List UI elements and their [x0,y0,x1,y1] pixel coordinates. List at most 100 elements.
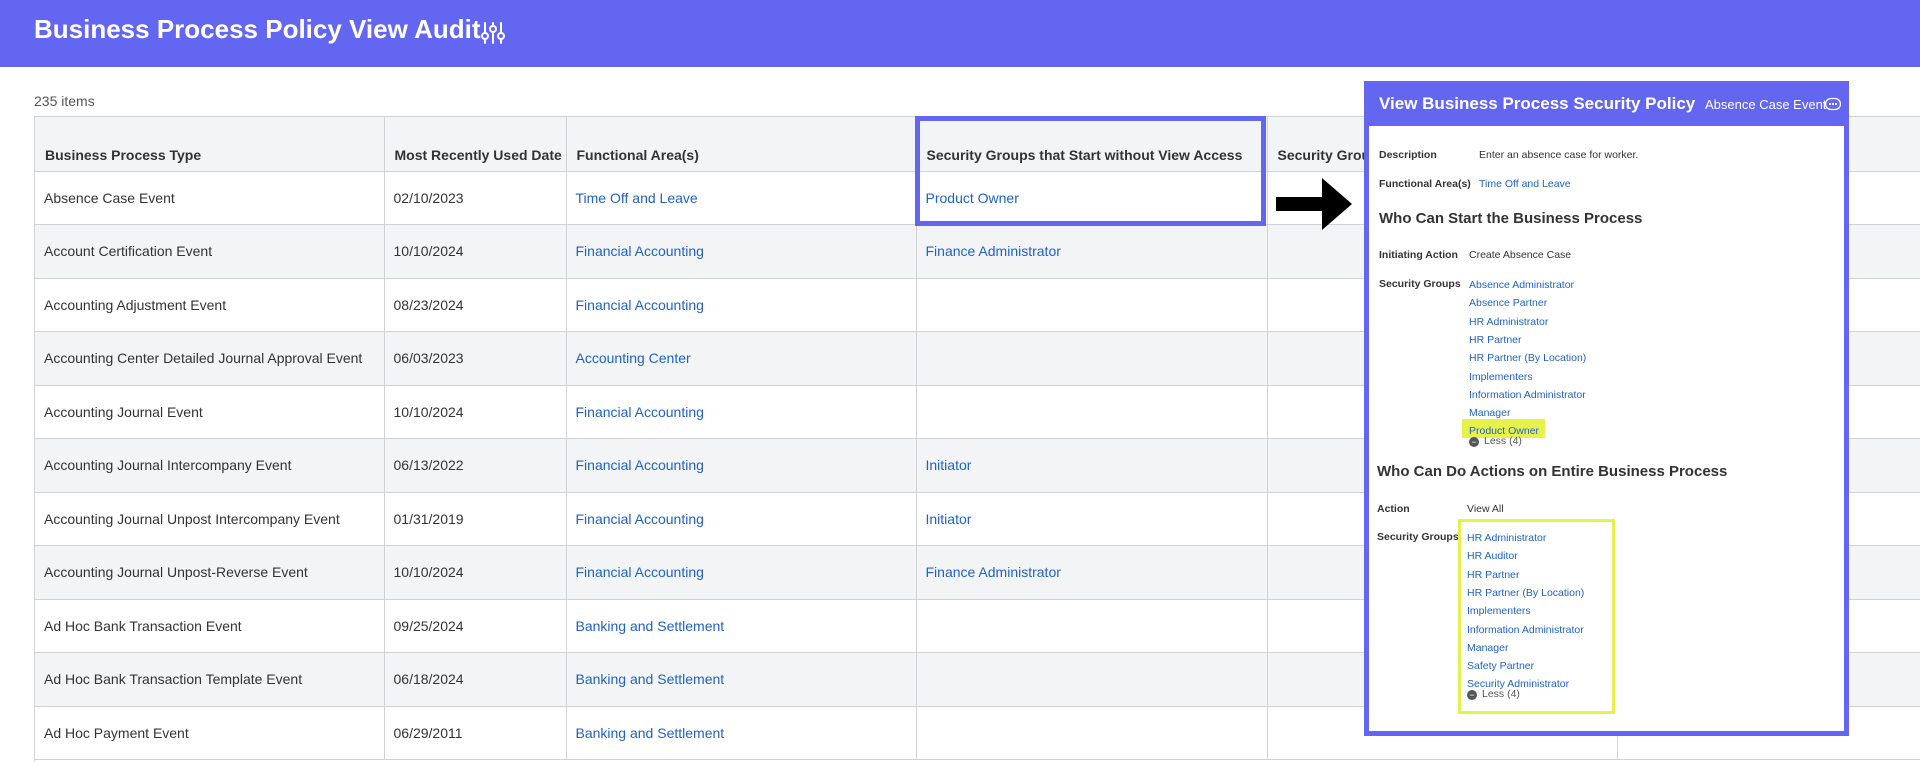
security-group-link[interactable]: Manager [1469,407,1510,419]
page-title: Business Process Policy View Audit [34,14,481,44]
table-cell-type: Accounting Journal Event [35,385,385,439]
security-group-link[interactable]: HR Partner (By Location) [1467,587,1584,599]
table-cell-security-group [916,385,1268,439]
table-cell-area: Accounting Center [566,331,917,386]
security-group-link[interactable]: HR Partner [1467,569,1520,581]
table-cell-security-group [916,652,1268,707]
table-cell-area-text[interactable]: Financial Accounting [576,243,704,259]
table-cell-area-text[interactable]: Banking and Settlement [576,671,725,687]
table-cell-type-text: Ad Hoc Payment Event [44,724,189,741]
table-cell-date: 10/10/2024 [384,385,567,439]
col-header-sg-no-view[interactable]: Security Groups that Start without View … [916,117,1268,172]
security-group-link[interactable]: Implementers [1467,605,1531,617]
table-cell-security-group-text[interactable]: Finance Administrator [926,564,1061,580]
initiating-action-value: Create Absence Case [1469,249,1572,261]
table-cell-date: 06/29/2011 [384,706,567,760]
table-cell-date-text: 09/25/2024 [393,617,464,634]
table-cell-type: Ad Hoc Bank Transaction Event [35,599,385,653]
table-cell-security-group-text[interactable]: Initiator [926,457,972,473]
sliders-icon[interactable] [480,20,506,46]
table-cell-area: Financial Accounting [566,438,917,493]
table-cell-type: Accounting Journal Intercompany Event [35,438,385,493]
table-cell-date-text: 02/10/2023 [393,189,464,206]
table-cell-area-text[interactable]: Financial Accounting [576,457,704,473]
table-cell-date-text: 10/10/2024 [393,243,464,260]
table-cell-area: Time Off and Leave [566,171,917,225]
table-cell-security-group: Initiator [916,492,1268,546]
table-cell-type: Ad Hoc Payment Event [35,706,385,760]
panel-subtitle: Absence Case Event [1705,97,1827,112]
table-cell-date-text: 06/13/2022 [393,457,464,474]
table-cell-security-group [916,278,1268,332]
table-cell-date-text: 10/10/2024 [393,403,464,420]
table-cell-area: Financial Accounting [566,224,917,279]
table-cell-security-group [916,706,1268,760]
security-group-link[interactable]: HR Partner [1469,334,1522,346]
col-header-date[interactable]: Most Recently Used Date [384,117,567,172]
less-toggle-actions[interactable]: − Less (4) [1467,688,1520,700]
table-cell-area-text[interactable]: Banking and Settlement [576,618,725,634]
table-cell-security-group [916,599,1268,653]
table-cell-date-text: 08/23/2024 [393,296,464,313]
panel-title: View Business Process Security Policy [1379,94,1696,113]
table-cell-area-text[interactable]: Time Off and Leave [576,190,698,206]
ellipsis-icon[interactable] [1825,96,1841,112]
table-cell-type: Accounting Journal Unpost-Reverse Event [35,545,385,600]
table-cell-date: 06/18/2024 [384,652,567,707]
table-cell-type-text: Accounting Adjustment Event [44,296,227,313]
security-group-link[interactable]: Information Administrator [1469,389,1586,401]
table-cell-date: 06/13/2022 [384,438,567,493]
table-cell-type-text: Accounting Journal Intercompany Event [44,457,292,474]
less-toggle-start[interactable]: − Less (4) [1469,435,1522,447]
security-group-link[interactable]: HR Administrator [1467,532,1546,544]
security-group-link[interactable]: Information Administrator [1467,624,1584,636]
action-label: Action [1377,503,1410,515]
table-cell-area: Banking and Settlement [566,706,917,760]
table-cell-type: Accounting Adjustment Event [35,278,385,332]
table-cell-area-text[interactable]: Banking and Settlement [576,725,725,741]
table-cell-type-text: Accounting Journal Unpost Intercompany E… [44,510,340,527]
table-cell-security-group-text[interactable]: Product Owner [926,190,1019,206]
security-group-link[interactable]: Absence Partner [1469,297,1547,309]
minus-circle-icon: − [1467,690,1477,700]
security-group-link[interactable]: Absence Administrator [1469,279,1574,291]
security-group-link[interactable]: Implementers [1469,371,1533,383]
security-group-link[interactable]: Safety Partner [1467,660,1534,672]
table-cell-date: 10/10/2024 [384,224,567,279]
description-label: Description [1379,149,1437,161]
table-cell-security-group: Product Owner [916,171,1268,225]
table-cell-security-group-text[interactable]: Finance Administrator [926,243,1061,259]
table-cell-type-text: Account Certification Event [44,243,213,260]
security-group-link[interactable]: Manager [1467,642,1508,654]
table-cell-type-text: Accounting Journal Event [44,403,203,420]
table-cell-date-text: 06/18/2024 [393,671,464,688]
col-header-type[interactable]: Business Process Type [35,117,385,172]
table-cell-area-text[interactable]: Financial Accounting [576,404,704,420]
table-cell-type-text: Ad Hoc Bank Transaction Template Event [44,671,303,688]
action-value: View All [1467,503,1504,515]
table-cell-area: Financial Accounting [566,492,917,546]
table-cell-type-text: Accounting Journal Unpost-Reverse Event [44,564,308,581]
table-cell-date-text: 06/03/2023 [393,350,464,367]
description-value: Enter an absence case for worker. [1479,149,1639,161]
table-cell-area-text[interactable]: Financial Accounting [576,297,704,313]
security-group-link[interactable]: HR Administrator [1469,316,1548,328]
security-group-link[interactable]: HR Partner (By Location) [1469,352,1586,364]
initiating-action-label: Initiating Action [1379,249,1458,261]
security-group-link[interactable]: HR Auditor [1467,550,1518,562]
col-header-area[interactable]: Functional Area(s) [566,117,917,172]
table-cell-security-group: Finance Administrator [916,224,1268,279]
table-cell-area-text[interactable]: Accounting Center [576,350,691,366]
panel-header: View Business Process Security Policy Ab… [1369,86,1844,126]
less-label: Less (4) [1484,435,1522,447]
start-heading: Who Can Start the Business Process [1379,210,1643,227]
table-cell-type-text: Ad Hoc Bank Transaction Event [44,617,242,634]
functional-area-link[interactable]: Time Off and Leave [1479,178,1571,190]
table-cell-security-group-text[interactable]: Initiator [926,511,972,527]
functional-area-label: Functional Area(s) [1379,178,1471,190]
table-cell-type-text: Accounting Center Detailed Journal Appro… [44,350,363,367]
table-cell-area-text[interactable]: Financial Accounting [576,511,704,527]
table-cell-type: Ad Hoc Bank Transaction Template Event [35,652,385,707]
table-cell-area-text[interactable]: Financial Accounting [576,564,704,580]
table-cell-type: Absence Case Event [35,171,385,225]
